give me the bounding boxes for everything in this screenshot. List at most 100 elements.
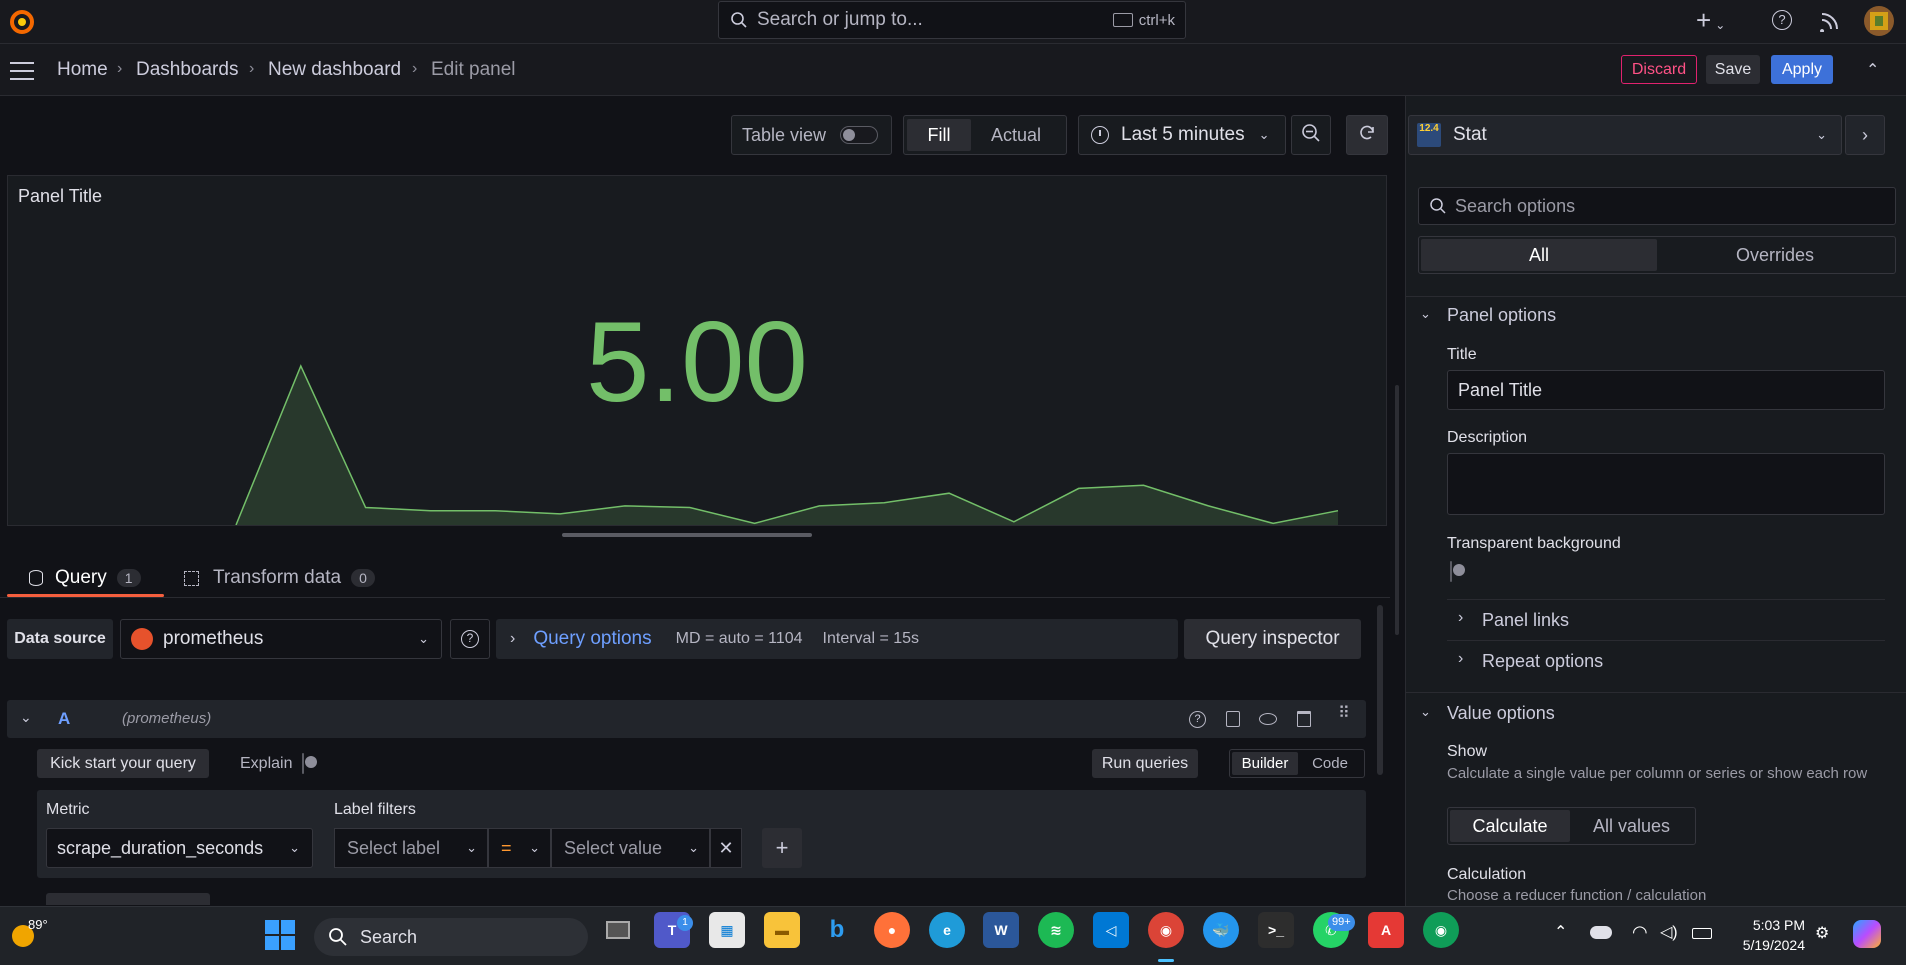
save-button[interactable]: Save — [1706, 55, 1760, 84]
calculate-button[interactable]: Calculate — [1450, 810, 1570, 842]
avatar[interactable] — [1864, 6, 1894, 36]
spotify-icon[interactable]: ≋ — [1038, 912, 1074, 948]
remove-filter-button[interactable]: ✕ — [710, 828, 742, 868]
file-explorer-icon[interactable]: ▬ — [764, 912, 800, 948]
drag-handle-icon[interactable]: ⠿ — [1338, 706, 1350, 722]
chrome-icon[interactable]: ◉ — [1148, 912, 1184, 948]
notification-icon[interactable]: ⚙ — [1815, 923, 1829, 943]
bing-icon[interactable]: b — [819, 912, 855, 948]
explain-toggle[interactable] — [302, 753, 304, 774]
help-icon[interactable]: ? — [1772, 10, 1792, 30]
word-icon[interactable]: W — [983, 912, 1019, 948]
panel-preview[interactable]: Panel Title 5.00 — [7, 175, 1387, 526]
code-button[interactable]: Code — [1298, 752, 1362, 775]
resize-handle[interactable] — [562, 533, 812, 537]
pdf-reader-icon[interactable]: A — [1368, 912, 1404, 948]
trash-icon[interactable] — [1297, 711, 1311, 727]
chevron-down-icon: ⌄ — [688, 840, 699, 855]
chrome-profile-icon[interactable]: ◉ — [1423, 912, 1459, 948]
chevron-down-icon[interactable]: ⌄ — [1420, 306, 1431, 322]
chevron-right-icon[interactable]: › — [1458, 650, 1463, 668]
docker-icon[interactable]: 🐳 — [1203, 912, 1239, 948]
panel-links-header[interactable]: Panel links — [1482, 610, 1569, 631]
duplicate-icon[interactable] — [1226, 711, 1240, 727]
collapse-options-button[interactable]: › — [1845, 115, 1885, 155]
weather-widget[interactable]: 89° — [10, 915, 60, 955]
kick-start-button[interactable]: Kick start your query — [37, 749, 209, 778]
firefox-icon[interactable]: ● — [874, 912, 910, 948]
battery-icon[interactable] — [1692, 928, 1712, 939]
datasource-help-button[interactable]: ? — [450, 619, 490, 659]
panel-options-header[interactable]: Panel options — [1447, 305, 1556, 326]
description-textarea[interactable] — [1447, 453, 1885, 515]
close-icon: ✕ — [718, 837, 734, 858]
query-inspector-button[interactable]: Query inspector — [1184, 619, 1361, 659]
repeat-options-header[interactable]: Repeat options — [1482, 651, 1603, 672]
breadcrumb-new-dashboard[interactable]: New dashboard — [268, 59, 401, 81]
table-view-switch[interactable] — [840, 126, 879, 144]
taskbar-search[interactable]: Search — [314, 918, 588, 956]
chevron-right-icon[interactable]: › — [1458, 609, 1463, 627]
taskbar-search-label: Search — [360, 926, 418, 947]
builder-button[interactable]: Builder — [1232, 752, 1298, 775]
windows-start-icon[interactable] — [265, 920, 295, 950]
clock-date[interactable]: 5/19/2024 — [1730, 937, 1805, 953]
store-icon[interactable]: ▦ — [709, 912, 745, 948]
copilot-icon[interactable] — [1853, 920, 1881, 948]
time-range-picker[interactable]: Last 5 minutes ⌄ — [1078, 115, 1286, 155]
value-options-header[interactable]: Value options — [1447, 703, 1555, 724]
collapse-chevron-icon[interactable]: ⌄ — [20, 709, 32, 726]
wifi-icon[interactable]: ◠ — [1632, 922, 1648, 943]
refresh-button[interactable] — [1346, 115, 1388, 155]
teams-badge: 1 — [677, 915, 693, 931]
operator-select[interactable]: = ⌄ — [488, 828, 551, 868]
tab-query[interactable]: Query 1 — [7, 560, 164, 596]
breadcrumb-dashboards[interactable]: Dashboards — [136, 59, 238, 81]
metric-select[interactable]: scrape_duration_seconds ⌄ — [46, 828, 313, 868]
news-icon[interactable] — [1819, 10, 1841, 33]
tab-all[interactable]: All — [1421, 239, 1657, 271]
cloud-icon[interactable] — [1590, 926, 1612, 939]
keyboard-icon — [1112, 13, 1133, 27]
vertical-splitter[interactable] — [1395, 385, 1399, 635]
select-value-dropdown[interactable]: Select value ⌄ — [551, 828, 710, 868]
actual-button[interactable]: Actual — [971, 119, 1061, 151]
edge-icon[interactable]: e — [929, 912, 965, 948]
run-queries-button[interactable]: Run queries — [1092, 749, 1198, 778]
zoom-out-button[interactable] — [1291, 115, 1331, 155]
terminal-icon[interactable]: >_ — [1258, 912, 1294, 948]
query-editor-scrollbar[interactable] — [1377, 605, 1383, 775]
chevron-up-icon[interactable]: ⌃ — [1554, 922, 1567, 942]
query-letter[interactable]: A — [58, 709, 70, 729]
add-icon[interactable]: + ⌄ — [1696, 6, 1725, 39]
transparent-bg-toggle[interactable] — [1450, 561, 1452, 582]
clock-time[interactable]: 5:03 PM — [1745, 917, 1805, 933]
select-label-dropdown[interactable]: Select label ⌄ — [334, 828, 488, 868]
chevron-down-icon[interactable]: ⌄ — [1420, 704, 1431, 720]
viz-picker[interactable]: 12.4 Stat ⌄ — [1408, 115, 1842, 155]
discard-button[interactable]: Discard — [1621, 55, 1697, 84]
title-input-value: Panel Title — [1458, 379, 1543, 400]
eye-icon[interactable] — [1259, 713, 1277, 725]
volume-icon[interactable]: ◁) — [1660, 922, 1678, 942]
help-icon[interactable]: ? — [1189, 711, 1206, 728]
table-view-toggle[interactable]: Table view — [731, 115, 892, 155]
add-filter-button[interactable]: + — [762, 828, 802, 868]
search-bar[interactable]: Search or jump to... ctrl+k — [718, 1, 1186, 39]
chevron-down-icon: ⌄ — [289, 840, 300, 855]
tab-overrides[interactable]: Overrides — [1657, 239, 1893, 271]
tab-transform[interactable]: Transform data 0 — [184, 560, 394, 596]
fill-button[interactable]: Fill — [907, 119, 971, 151]
all-values-button[interactable]: All values — [1570, 810, 1693, 842]
title-input[interactable]: Panel Title — [1447, 370, 1885, 410]
breadcrumb-home[interactable]: Home — [57, 59, 108, 81]
datasource-select[interactable]: prometheus ⌄ — [120, 619, 442, 659]
vscode-icon[interactable]: ◁ — [1093, 912, 1129, 948]
collapse-icon[interactable]: ⌃ — [1866, 60, 1879, 80]
menu-icon[interactable] — [10, 60, 34, 80]
apply-button[interactable]: Apply — [1771, 55, 1833, 84]
grafana-logo[interactable] — [8, 8, 36, 36]
task-view-icon[interactable] — [600, 912, 636, 948]
query-options-bar[interactable]: › Query options MD = auto = 1104 Interva… — [496, 619, 1178, 659]
options-search-input[interactable]: Search options — [1418, 187, 1896, 225]
